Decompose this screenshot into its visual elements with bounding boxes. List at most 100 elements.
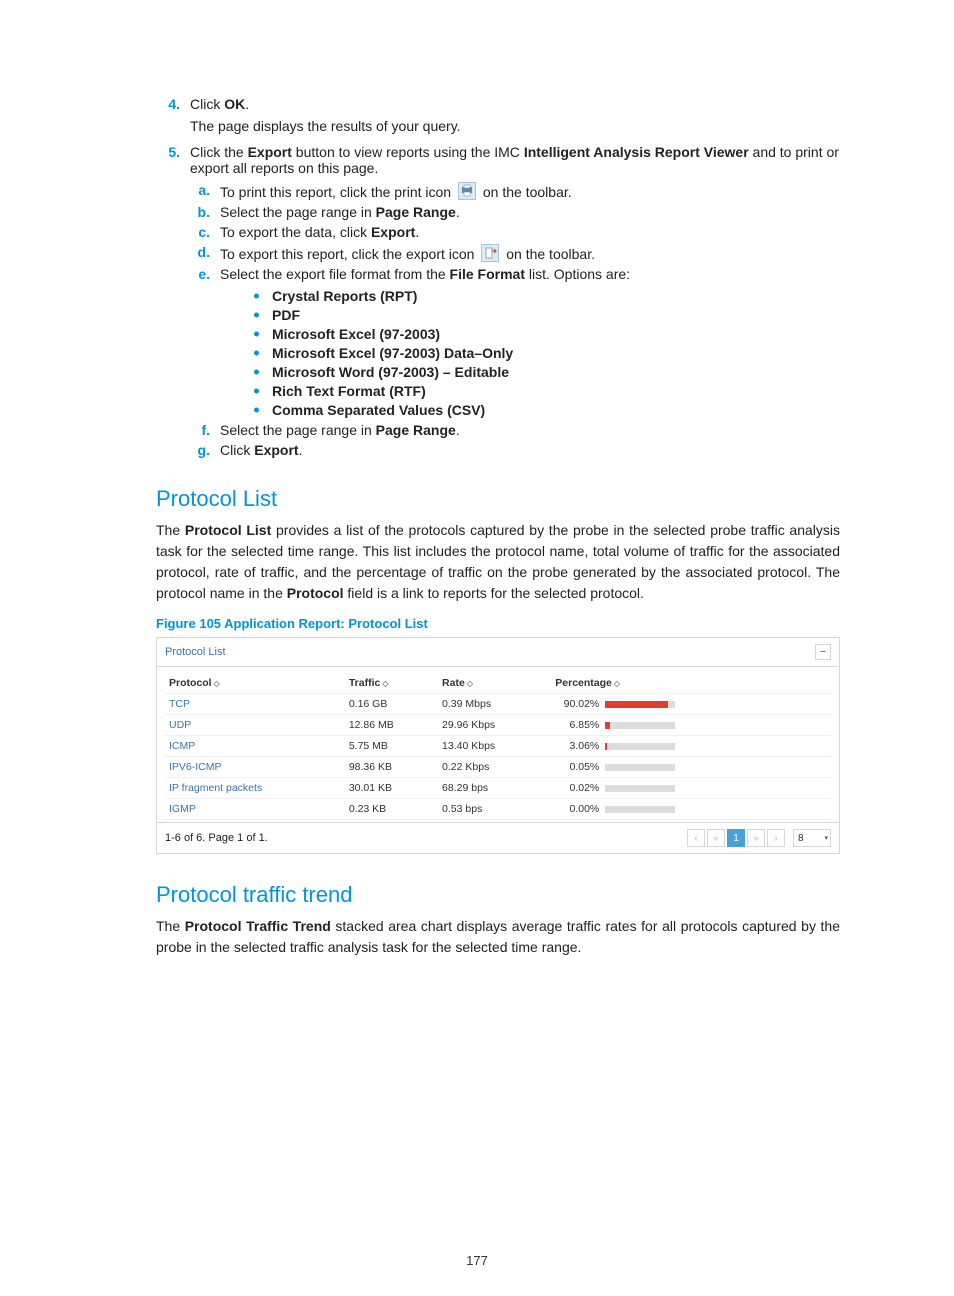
section-body: The Protocol List provides a list of the… (156, 520, 840, 604)
section-heading-protocol-traffic-trend: Protocol traffic trend (156, 882, 840, 908)
col-rate[interactable]: Rate◇ (438, 673, 551, 694)
format-list: Crystal Reports (RPT) PDF Microsoft Exce… (250, 288, 840, 418)
sort-icon: ◇ (612, 679, 620, 688)
page-prev-button[interactable]: « (707, 829, 725, 847)
substep-marker: c. (190, 224, 210, 240)
protocol-link[interactable]: ICMP (169, 740, 195, 752)
percentage-cell: 0.05% (551, 757, 831, 778)
substep-b: b. Select the page range in Page Range. (190, 204, 840, 220)
page-size-select[interactable]: 8 ▾ (793, 829, 831, 847)
list-item: Microsoft Excel (97-2003) (250, 326, 840, 342)
col-percentage[interactable]: Percentage◇ (551, 673, 831, 694)
substep-f: f. Select the page range in Page Range. (190, 422, 840, 438)
section-heading-protocol-list: Protocol List (156, 486, 840, 512)
step-5: 5. Click the Export button to view repor… (156, 144, 840, 458)
step-subtext: The page displays the results of your qu… (190, 118, 840, 134)
traffic-cell: 0.16 GB (345, 694, 438, 715)
step-list: 4. Click OK. The page displays the resul… (156, 96, 840, 458)
step-4: 4. Click OK. The page displays the resul… (156, 96, 840, 134)
protocol-list-card: Protocol List − Protocol◇ Traffic◇ Rate◇… (156, 637, 840, 854)
protocol-link[interactable]: TCP (169, 698, 190, 710)
percentage-bar (605, 743, 675, 750)
list-item: Comma Separated Values (CSV) (250, 402, 840, 418)
protocol-link[interactable]: IP fragment packets (169, 782, 262, 794)
page-number-button[interactable]: 1 (727, 829, 745, 847)
substep-g: g. Click Export. (190, 442, 840, 458)
protocol-link[interactable]: IGMP (169, 803, 196, 815)
rate-cell: 0.53 bps (438, 799, 551, 820)
substep-marker: a. (190, 182, 210, 198)
list-item: Microsoft Word (97-2003) – Editable (250, 364, 840, 380)
percentage-bar (605, 785, 675, 792)
table-row: IGMP 0.23 KB0.53 bps0.00% (165, 799, 831, 820)
percentage-bar (605, 806, 675, 813)
sort-icon: ◇ (380, 679, 388, 688)
list-item: Crystal Reports (RPT) (250, 288, 840, 304)
card-title: Protocol List (165, 646, 226, 658)
page-first-button[interactable]: ‹ (687, 829, 705, 847)
protocol-table: Protocol◇ Traffic◇ Rate◇ Percentage◇ TCP… (165, 673, 831, 820)
rate-cell: 68.29 bps (438, 778, 551, 799)
card-header: Protocol List − (157, 638, 839, 667)
percentage-cell: 6.85% (551, 715, 831, 736)
col-protocol[interactable]: Protocol◇ (165, 673, 345, 694)
page-last-button[interactable]: › (767, 829, 785, 847)
section-body: The Protocol Traffic Trend stacked area … (156, 916, 840, 958)
traffic-cell: 12.86 MB (345, 715, 438, 736)
percentage-bar (605, 701, 675, 708)
traffic-cell: 0.23 KB (345, 799, 438, 820)
percentage-cell: 0.00% (551, 799, 831, 820)
step-marker: 4. (156, 96, 180, 112)
sort-icon: ◇ (465, 679, 473, 688)
list-item: Rich Text Format (RTF) (250, 383, 840, 399)
list-item: PDF (250, 307, 840, 323)
rate-cell: 0.22 Kbps (438, 757, 551, 778)
substep-marker: f. (190, 422, 210, 438)
step-text: Click the Export button to view reports … (190, 144, 839, 176)
page-size-value: 8 (798, 833, 804, 844)
table-row: IPV6-ICMP 98.36 KB0.22 Kbps0.05% (165, 757, 831, 778)
pagination-status: 1-6 of 6. Page 1 of 1. (165, 832, 268, 844)
substep-d: d. To export this report, click the expo… (190, 244, 840, 262)
table-row: UDP 12.86 MB29.96 Kbps6.85% (165, 715, 831, 736)
substep-marker: b. (190, 204, 210, 220)
rate-cell: 13.40 Kbps (438, 736, 551, 757)
table-row: ICMP 5.75 MB13.40 Kbps3.06% (165, 736, 831, 757)
substep-a: a. To print this report, click the print… (190, 182, 840, 200)
traffic-cell: 30.01 KB (345, 778, 438, 799)
rate-cell: 29.96 Kbps (438, 715, 551, 736)
percentage-cell: 3.06% (551, 736, 831, 757)
substep-marker: e. (190, 266, 210, 282)
print-icon (458, 182, 476, 200)
traffic-cell: 5.75 MB (345, 736, 438, 757)
step-text: Click OK. (190, 96, 249, 112)
substep-list: a. To print this report, click the print… (190, 182, 840, 458)
percentage-cell: 0.02% (551, 778, 831, 799)
list-item: Microsoft Excel (97-2003) Data–Only (250, 345, 840, 361)
table-footer: 1-6 of 6. Page 1 of 1. ‹ « 1 » › 8 ▾ (157, 822, 839, 853)
chevron-down-icon: ▾ (824, 834, 828, 842)
traffic-cell: 98.36 KB (345, 757, 438, 778)
table-row: TCP 0.16 GB0.39 Mbps90.02% (165, 694, 831, 715)
protocol-link[interactable]: UDP (169, 719, 191, 731)
pagination: ‹ « 1 » › 8 ▾ (687, 829, 831, 847)
page-next-button[interactable]: » (747, 829, 765, 847)
collapse-button[interactable]: − (815, 644, 831, 660)
substep-marker: g. (190, 442, 210, 458)
step-marker: 5. (156, 144, 180, 160)
page: 4. Click OK. The page displays the resul… (0, 0, 954, 1296)
table-header-row: Protocol◇ Traffic◇ Rate◇ Percentage◇ (165, 673, 831, 694)
percentage-bar (605, 764, 675, 771)
table-row: IP fragment packets 30.01 KB68.29 bps0.02… (165, 778, 831, 799)
col-traffic[interactable]: Traffic◇ (345, 673, 438, 694)
percentage-cell: 90.02% (551, 694, 831, 715)
substep-e: e. Select the export file format from th… (190, 266, 840, 418)
substep-c: c. To export the data, click Export. (190, 224, 840, 240)
sort-icon: ◇ (212, 679, 220, 688)
page-number: 177 (0, 1253, 954, 1268)
rate-cell: 0.39 Mbps (438, 694, 551, 715)
protocol-link[interactable]: IPV6-ICMP (169, 761, 222, 773)
percentage-bar (605, 722, 675, 729)
substep-marker: d. (190, 244, 210, 260)
figure-caption: Figure 105 Application Report: Protocol … (156, 616, 840, 631)
